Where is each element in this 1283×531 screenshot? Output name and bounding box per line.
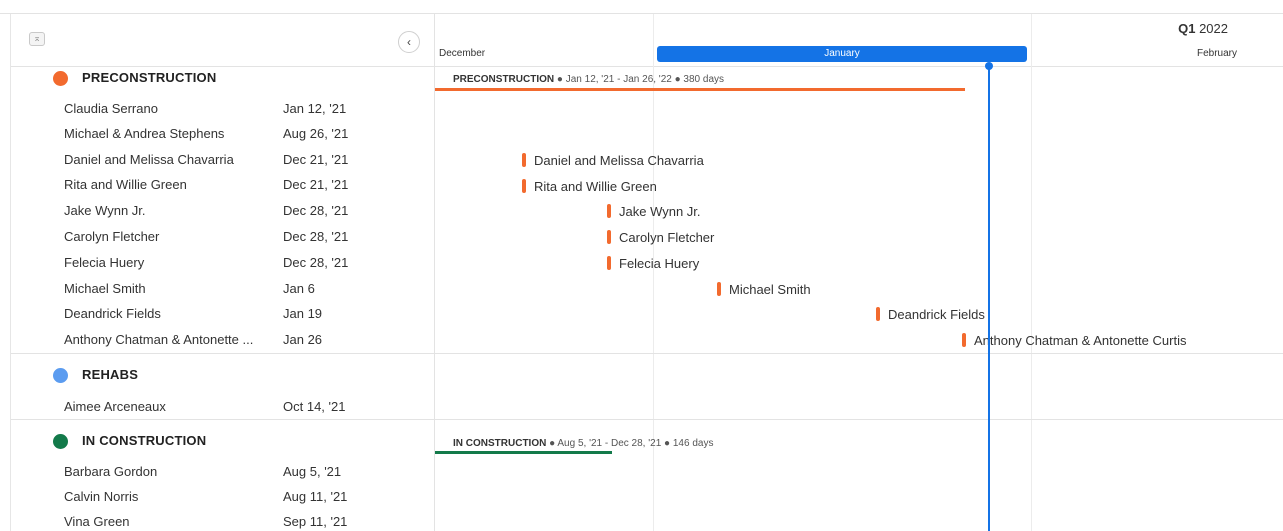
item-name: Michael Smith (64, 281, 146, 296)
item-name: Deandrick Fields (64, 306, 161, 321)
list-item[interactable]: Aimee Arceneaux Oct 14, '21 (11, 395, 434, 419)
list-item[interactable]: Anthony Chatman & Antonette ... Jan 26 (11, 328, 434, 352)
item-date: Jan 19 (283, 306, 323, 321)
list-item[interactable]: Barbara Gordon Aug 5, '21 (11, 460, 434, 484)
group-color-dot (53, 434, 68, 449)
item-name: Rita and Willie Green (64, 177, 187, 192)
group-label: IN CONSTRUCTION (82, 433, 207, 448)
task-label: Deandrick Fields (888, 307, 985, 322)
summary-bar-in-construction[interactable] (435, 451, 612, 454)
task-bar[interactable] (607, 230, 611, 244)
group-color-dot (53, 368, 68, 383)
gridline (653, 14, 654, 531)
list-item[interactable]: Deandrick Fields Jan 19 (11, 302, 434, 326)
today-marker (985, 62, 993, 70)
list-item[interactable]: Rita and Willie Green Dec 21, '21 (11, 173, 434, 197)
task-label: Felecia Huery (619, 256, 700, 271)
group-color-dot (53, 71, 68, 86)
item-date: Jan 12, '21 (283, 101, 347, 116)
item-name: Barbara Gordon (64, 464, 158, 479)
task-bar[interactable] (962, 333, 966, 347)
summary-label-in-construction: IN CONSTRUCTION ● Aug 5, '21 - Dec 28, '… (453, 438, 714, 449)
month-january[interactable]: January (657, 46, 1027, 62)
task-bar[interactable] (607, 256, 611, 270)
list-item[interactable]: Vina Green Sep 11, '21 (11, 510, 434, 531)
item-date: Jan 6 (283, 281, 315, 296)
group-row-in-construction[interactable]: IN CONSTRUCTION (11, 430, 434, 452)
item-date: Aug 26, '21 (283, 126, 349, 141)
list-item[interactable]: Daniel and Melissa Chavarria Dec 21, '21 (11, 148, 434, 172)
task-bar[interactable] (876, 307, 880, 321)
item-date: Dec 28, '21 (283, 255, 349, 270)
group-row-rehabs[interactable]: REHABS (11, 364, 434, 386)
list-item[interactable]: Claudia Serrano Jan 12, '21 (11, 97, 434, 121)
task-bar[interactable] (522, 179, 526, 193)
quarter-label: Q1 2022 (1178, 21, 1228, 36)
gridline (1031, 14, 1032, 531)
task-label: Carolyn Fletcher (619, 230, 715, 245)
item-date: Aug 5, '21 (283, 464, 342, 479)
item-date: Oct 14, '21 (283, 399, 346, 414)
list-header: ⌅ ‹ (11, 14, 434, 67)
item-name: Michael & Andrea Stephens (64, 126, 225, 141)
collapse-panel-button[interactable]: ‹ (398, 31, 420, 53)
list-item[interactable]: Felecia Huery Dec 28, '21 (11, 251, 434, 275)
list-item[interactable]: Jake Wynn Jr. Dec 28, '21 (11, 199, 434, 223)
list-item[interactable]: Carolyn Fletcher Dec 28, '21 (11, 225, 434, 249)
group-separator (11, 353, 1283, 354)
task-label: Jake Wynn Jr. (619, 204, 701, 219)
timeline-month-header: December January February (435, 42, 1283, 67)
item-date: Dec 28, '21 (283, 203, 349, 218)
group-label: REHABS (82, 367, 139, 382)
item-name: Anthony Chatman & Antonette ... (64, 332, 254, 347)
group-label: PRECONSTRUCTION (82, 70, 217, 85)
group-separator (11, 419, 1283, 420)
task-bar[interactable] (607, 204, 611, 218)
collapse-all-icon[interactable]: ⌅ (29, 32, 45, 46)
task-label: Rita and Willie Green (534, 179, 657, 194)
list-item[interactable]: Calvin Norris Aug 11, '21 (11, 485, 434, 509)
item-date: Aug 11, '21 (283, 489, 348, 504)
month-december[interactable]: December (439, 46, 485, 62)
item-name: Daniel and Melissa Chavarria (64, 152, 234, 167)
month-february[interactable]: February (1167, 46, 1237, 62)
item-name: Felecia Huery (64, 255, 145, 270)
today-line (988, 66, 990, 531)
task-label: Michael Smith (729, 282, 811, 297)
item-name: Carolyn Fletcher (64, 229, 160, 244)
group-row-preconstruction[interactable]: PRECONSTRUCTION (11, 67, 434, 89)
summary-bar-preconstruction[interactable] (435, 88, 965, 91)
item-name: Claudia Serrano (64, 101, 158, 116)
task-label: Anthony Chatman & Antonette Curtis (974, 333, 1187, 348)
item-date: Jan 26 (283, 332, 323, 347)
item-date: Dec 21, '21 (283, 177, 349, 192)
item-name: Calvin Norris (64, 489, 139, 504)
item-date: Dec 21, '21 (283, 152, 349, 167)
task-bar[interactable] (522, 153, 526, 167)
item-name: Aimee Arceneaux (64, 399, 166, 414)
task-label: Daniel and Melissa Chavarria (534, 153, 704, 168)
item-date: Dec 28, '21 (283, 229, 349, 244)
list-item[interactable]: Michael & Andrea Stephens Aug 26, '21 (11, 122, 434, 146)
summary-label-preconstruction: PRECONSTRUCTION ● Jan 12, '21 - Jan 26, … (453, 74, 725, 85)
item-name: Vina Green (64, 514, 130, 529)
item-date: Sep 11, '21 (283, 514, 348, 529)
list-item[interactable]: Michael Smith Jan 6 (11, 277, 434, 301)
item-name: Jake Wynn Jr. (64, 203, 146, 218)
task-bar[interactable] (717, 282, 721, 296)
timeline-quarter-header: Q1 2022 (435, 14, 1283, 42)
